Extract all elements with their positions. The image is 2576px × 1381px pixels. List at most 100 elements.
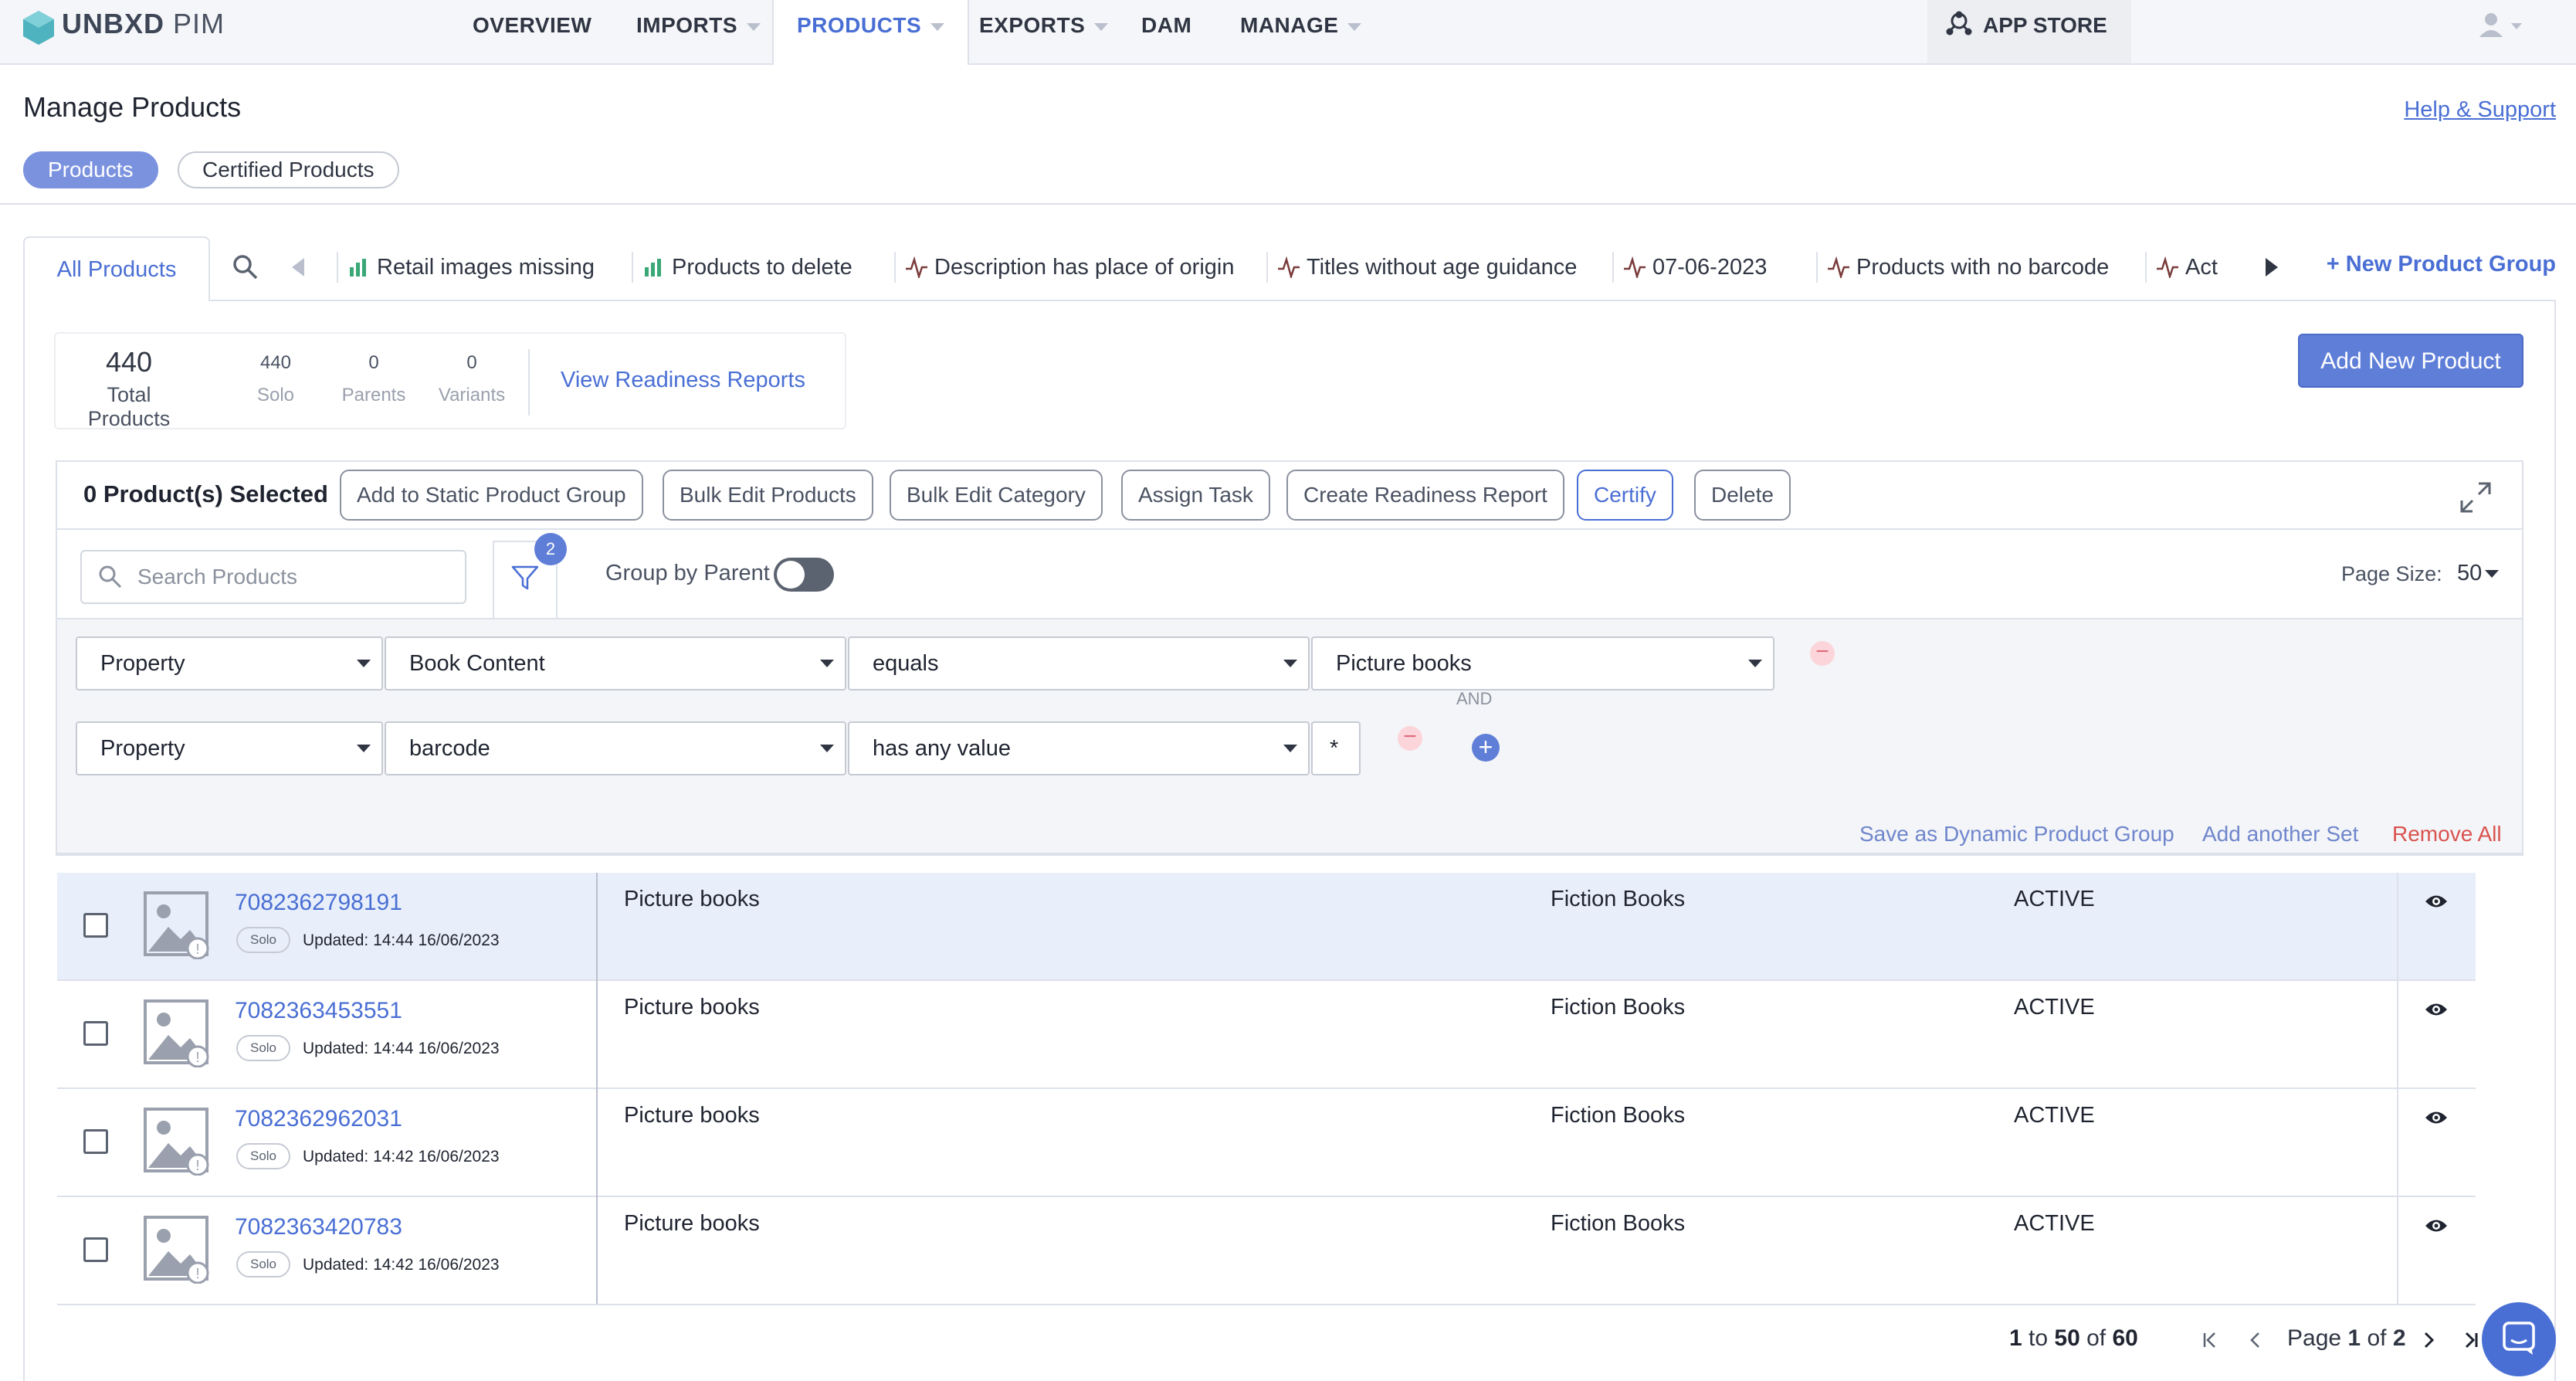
table-row[interactable]: ! 7082363453551 Solo Updated: 14:44 16/0… — [57, 981, 2476, 1089]
column-divider — [596, 1197, 598, 1305]
eye-icon[interactable] — [2425, 1217, 2448, 1234]
product-id-link[interactable]: 7082363453551 — [235, 998, 402, 1024]
product-id-link[interactable]: 7082362962031 — [235, 1106, 402, 1132]
eye-icon[interactable] — [2425, 1109, 2448, 1126]
eye-icon[interactable] — [2425, 1001, 2448, 1018]
row-checkbox[interactable] — [83, 913, 108, 938]
solo-badge: Solo — [236, 1143, 290, 1169]
delete-button[interactable]: Delete — [1694, 470, 1791, 521]
filter-1-field-select[interactable]: Book Content — [385, 636, 846, 690]
scroll-right-icon[interactable] — [2262, 256, 2281, 278]
chevron-down-icon — [930, 22, 945, 31]
nav-imports[interactable]: IMPORTS — [636, 0, 761, 53]
tab-group-label: Titles without age guidance — [1307, 255, 1578, 280]
table-row[interactable]: ! 7082362798191 Solo Updated: 14:44 16/0… — [57, 873, 2476, 981]
tab-products-pill[interactable]: Products — [23, 151, 158, 188]
chevron-down-icon — [2485, 570, 2500, 579]
activity-icon — [2157, 256, 2178, 278]
row-checkbox[interactable] — [83, 1237, 108, 1262]
page-size-select[interactable]: 50 — [2457, 561, 2500, 586]
tab-group-label: 07-06-2023 — [1652, 255, 1768, 280]
tab-group-label: Description has place of origin — [934, 255, 1235, 280]
group-by-parent-toggle[interactable] — [774, 558, 834, 592]
nav-manage[interactable]: MANAGE — [1240, 0, 1362, 53]
nav-dam[interactable]: DAM — [1141, 0, 1191, 53]
remove-filter-2-icon[interactable]: − — [1398, 725, 1422, 751]
chevron-down-icon — [1094, 22, 1109, 31]
nav-exports[interactable]: EXPORTS — [979, 0, 1109, 53]
tab-group-products-to-delete[interactable]: Products to delete — [632, 252, 852, 283]
solo-label: Solo — [256, 385, 295, 405]
bar-chart-icon — [645, 259, 661, 277]
view-readiness-reports-link[interactable]: View Readiness Reports — [561, 368, 805, 393]
tab-group-label: Products with no barcode — [1856, 255, 2110, 280]
tab-group-retail-images-missing[interactable]: Retail images missing — [337, 252, 595, 283]
nav-dam-label: DAM — [1141, 13, 1192, 37]
solo-count: 440 — [259, 352, 292, 373]
tab-group-no-barcode[interactable]: Products with no barcode — [1816, 252, 2109, 283]
table-footer-divider — [57, 1304, 2476, 1305]
scroll-left-icon[interactable] — [289, 256, 307, 278]
first-page-icon[interactable] — [2201, 1330, 2221, 1350]
page-size-value: 50 — [2457, 561, 2483, 585]
tab-group-description-origin[interactable]: Description has place of origin — [894, 252, 1234, 283]
tab-group-titles-age-guidance[interactable]: Titles without age guidance — [1266, 252, 1577, 283]
filter-2-type-select[interactable]: Property — [76, 721, 383, 775]
brand-logo[interactable]: UNBXD PIM — [62, 8, 225, 40]
certify-button[interactable]: Certify — [1577, 470, 1673, 521]
add-another-set-link[interactable]: Add another Set — [2202, 822, 2358, 847]
column-divider — [596, 873, 598, 981]
range-total: 60 — [2112, 1325, 2138, 1351]
next-page-icon[interactable] — [2418, 1330, 2439, 1350]
tab-group-label: Act — [2185, 255, 2218, 280]
remove-all-link[interactable]: Remove All — [2392, 822, 2502, 847]
last-page-icon[interactable] — [2460, 1330, 2480, 1350]
product-id-link[interactable]: 7082363420783 — [235, 1214, 402, 1240]
new-product-group-link[interactable]: + New Product Group — [2327, 252, 2556, 277]
filter-1-value-select[interactable]: Picture books — [1311, 636, 1774, 690]
help-support-link[interactable]: Help & Support — [2404, 97, 2556, 123]
tab-certified-products-pill[interactable]: Certified Products — [178, 151, 399, 188]
assign-task-button[interactable]: Assign Task — [1121, 470, 1270, 521]
total-products-label: Total Products — [87, 383, 171, 430]
bulk-edit-products-button[interactable]: Bulk Edit Products — [663, 470, 873, 521]
activity-icon — [1278, 256, 1300, 278]
create-readiness-report-button[interactable]: Create Readiness Report — [1286, 470, 1564, 521]
user-menu[interactable] — [2476, 11, 2530, 42]
column-divider — [2397, 1197, 2398, 1305]
add-filter-icon[interactable]: + — [1472, 734, 1500, 762]
column-divider — [596, 1089, 598, 1197]
nav-products[interactable]: PRODUCTS — [772, 0, 970, 65]
filter-2-operator-select[interactable]: has any value — [848, 721, 1310, 775]
bulk-edit-category-button[interactable]: Bulk Edit Category — [890, 470, 1103, 521]
row-checkbox[interactable] — [83, 1129, 108, 1154]
eye-icon[interactable] — [2425, 893, 2448, 910]
save-dynamic-group-link[interactable]: Save as Dynamic Product Group — [1859, 822, 2174, 847]
search-input[interactable]: Search Products — [80, 550, 466, 604]
add-to-static-group-button[interactable]: Add to Static Product Group — [340, 470, 643, 521]
table-row[interactable]: ! 7082363420783 Solo Updated: 14:42 16/0… — [57, 1197, 2476, 1305]
user-avatar-icon — [2479, 13, 2522, 37]
product-id-link[interactable]: 7082362798191 — [235, 890, 402, 916]
search-icon[interactable] — [232, 253, 259, 281]
filter-1-operator-select[interactable]: equals — [848, 636, 1310, 690]
filter-1-type-select[interactable]: Property — [76, 636, 383, 690]
remove-filter-1-icon[interactable]: − — [1810, 640, 1835, 666]
table-row[interactable]: ! 7082362962031 Solo Updated: 14:42 16/0… — [57, 1089, 2476, 1197]
tab-all-products[interactable]: All Products — [23, 236, 210, 301]
expand-icon[interactable] — [2459, 480, 2493, 514]
previous-page-icon[interactable] — [2246, 1330, 2266, 1350]
filter-2-value-input[interactable]: * — [1311, 721, 1361, 775]
chat-widget-button[interactable] — [2482, 1302, 2556, 1376]
nav-overview[interactable]: OVERVIEW — [473, 0, 591, 53]
status-cell: ACTIVE — [2014, 1103, 2095, 1128]
tab-group-act[interactable]: Act — [2145, 252, 2262, 283]
add-new-product-button[interactable]: Add New Product — [2298, 334, 2523, 388]
updated-timestamp: Updated: 14:44 16/06/2023 — [303, 931, 500, 949]
filter-2-field-select[interactable]: barcode — [385, 721, 846, 775]
tab-group-date[interactable]: 07-06-2023 — [1612, 252, 1767, 283]
app-store-button[interactable]: APP STORE — [1927, 0, 2131, 63]
row-checkbox[interactable] — [83, 1021, 108, 1046]
bar-chart-icon — [350, 259, 366, 277]
updated-timestamp: Updated: 14:42 16/06/2023 — [303, 1148, 500, 1166]
